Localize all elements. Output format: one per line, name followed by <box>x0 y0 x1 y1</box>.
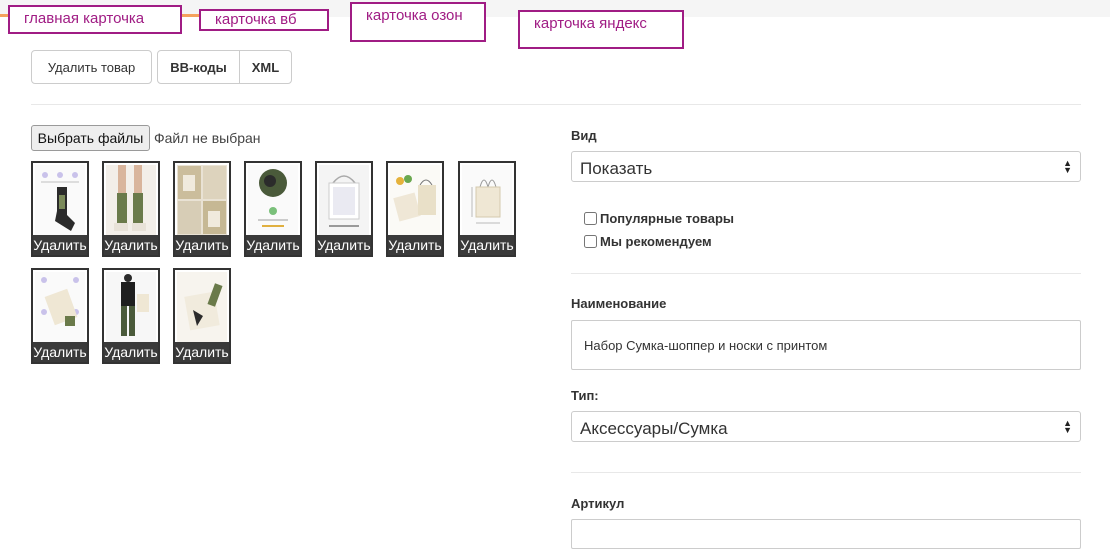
round-photo-infographic-image <box>248 165 298 235</box>
bag-infographic-image <box>35 272 85 342</box>
type-select[interactable]: Аксессуары/Сумка ▲ ▼ <box>571 411 1081 442</box>
file-status-text: Файл не выбран <box>154 130 261 146</box>
socks-product-image <box>35 165 85 235</box>
popular-checkbox[interactable] <box>584 212 597 225</box>
type-label: Тип: <box>571 388 599 403</box>
article-input[interactable] <box>571 519 1081 549</box>
image-thumbnail[interactable]: Удалить <box>102 268 160 364</box>
type-select-value: Аксессуары/Сумка <box>580 419 728 438</box>
annotation-main-card: главная карточка <box>8 5 182 34</box>
annotation-yandex-card: карточка яндекс <box>518 10 684 49</box>
image-thumbnail[interactable]: Удалить <box>173 161 231 257</box>
article-label: Артикул <box>571 496 625 511</box>
view-select-value: Показать <box>580 159 653 178</box>
image-thumbnail[interactable]: Удалить <box>315 161 373 257</box>
delete-image-button[interactable]: Удалить <box>388 235 442 255</box>
image-thumbnail[interactable]: Удалить <box>31 161 89 257</box>
annotation-wb-card: карточка вб <box>199 9 329 31</box>
image-thumbnail[interactable]: Удалить <box>458 161 516 257</box>
image-thumbnail[interactable]: Удалить <box>102 161 160 257</box>
recommend-checkbox[interactable] <box>584 235 597 248</box>
model-with-bag-image <box>106 272 156 342</box>
delete-image-button[interactable]: Удалить <box>33 235 87 255</box>
white-bags-image <box>319 165 369 235</box>
bag-collage-image <box>177 165 227 235</box>
divider <box>571 273 1081 274</box>
image-thumbnail[interactable]: Удалить <box>386 161 444 257</box>
name-label: Наименование <box>571 296 667 311</box>
view-select[interactable]: Показать ▲ ▼ <box>571 151 1081 182</box>
annotation-ozon-card: карточка озон <box>350 2 486 42</box>
recommend-label: Мы рекомендуем <box>600 234 712 249</box>
delete-image-button[interactable]: Удалить <box>175 342 229 362</box>
legs-socks-image <box>106 165 156 235</box>
divider <box>31 104 1081 105</box>
delete-image-button[interactable]: Удалить <box>104 342 158 362</box>
image-thumbnail[interactable]: Удалить <box>173 268 231 364</box>
xml-button[interactable]: XML <box>239 50 292 84</box>
delete-image-button[interactable]: Удалить <box>460 235 514 255</box>
select-arrows-icon: ▲ ▼ <box>1063 418 1072 435</box>
bags-with-goods-image <box>390 165 440 235</box>
delete-image-button[interactable]: Удалить <box>104 235 158 255</box>
bb-codes-button[interactable]: BB-коды <box>157 50 240 84</box>
delete-product-button[interactable]: Удалить товар <box>31 50 152 84</box>
bag-dimensions-image <box>462 165 512 235</box>
divider <box>571 472 1081 473</box>
delete-image-button[interactable]: Удалить <box>246 235 300 255</box>
delete-image-button[interactable]: Удалить <box>175 235 229 255</box>
popular-label: Популярные товары <box>600 211 735 226</box>
delete-image-button[interactable]: Удалить <box>317 235 371 255</box>
recommend-checkbox-row[interactable]: Мы рекомендуем <box>584 234 712 249</box>
bag-with-socks-image <box>177 272 227 342</box>
view-label: Вид <box>571 128 597 143</box>
image-thumbnail[interactable]: Удалить <box>244 161 302 257</box>
select-arrows-icon: ▲ ▼ <box>1063 158 1072 175</box>
image-thumbnail[interactable]: Удалить <box>31 268 89 364</box>
popular-checkbox-row[interactable]: Популярные товары <box>584 211 734 226</box>
delete-image-button[interactable]: Удалить <box>33 342 87 362</box>
name-input[interactable]: Набор Сумка-шоппер и носки с принтом <box>571 320 1081 370</box>
choose-files-button[interactable]: Выбрать файлы <box>31 125 150 151</box>
